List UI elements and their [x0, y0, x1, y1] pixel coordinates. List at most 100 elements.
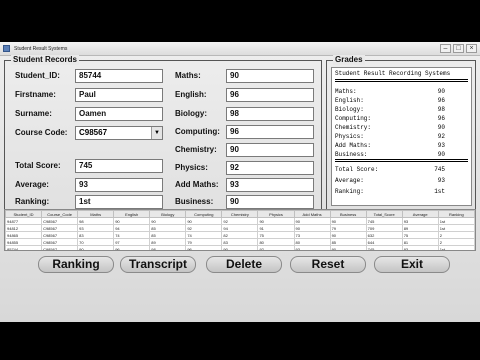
ranking-label: Ranking: [15, 197, 50, 206]
english-field[interactable]: 96 [226, 88, 314, 102]
receipt-value: 90 [437, 124, 445, 131]
reset-button[interactable]: Reset [290, 256, 366, 273]
student-id-field[interactable]: 85744 [75, 69, 163, 83]
biology-label: Biology: [175, 109, 207, 118]
total-score-field[interactable]: 745 [75, 159, 163, 173]
table-cell: 90 [293, 217, 331, 225]
receipt-key: Add Maths: [335, 142, 372, 149]
column-header[interactable]: Physics [257, 210, 295, 218]
receipt-value: 98 [437, 106, 445, 113]
computing-label: Computing: [175, 127, 220, 136]
biology-field[interactable]: 98 [226, 107, 314, 121]
table-cell: 85 [149, 231, 187, 239]
table-row[interactable]: 94865 C98567 83 74 85 74 82 75 73 90 632 75 2 [5, 231, 475, 239]
column-header[interactable]: Course_Code [41, 210, 79, 218]
table-cell: 93 [293, 245, 331, 250]
grades-receipt-textarea[interactable]: Student Result Recording Systems Maths: 9… [331, 67, 472, 206]
column-header[interactable]: Add Maths [293, 210, 331, 218]
course-code-value: C98567 [79, 128, 108, 137]
table-cell: 92 [257, 245, 295, 250]
table-cell: 96 [185, 245, 223, 250]
table-row[interactable]: 94855 C98567 70 97 89 79 83 80 80 85 644 81 2 [5, 238, 475, 246]
table-cell: 90 [329, 231, 367, 239]
table-cell: 85744 [5, 245, 43, 250]
column-header[interactable]: Total_Score [365, 210, 403, 218]
receipt-row: Biology: 98 [335, 106, 445, 114]
chemistry-label: Chemistry: [175, 145, 217, 154]
table-header-row: Student_ID Course_Code Maths English Biology… [5, 210, 475, 218]
table-cell: 79 [329, 224, 367, 232]
table-cell: 2 [437, 231, 475, 239]
table-cell: 82 [221, 231, 259, 239]
column-header[interactable]: Student_ID [5, 210, 43, 218]
surname-field[interactable]: Oamen [75, 107, 163, 121]
exit-button[interactable]: Exit [374, 256, 450, 273]
window-title: Student Result Systems [14, 46, 68, 52]
ranking-field[interactable]: 1st [75, 195, 163, 209]
receipt-key: English: [335, 97, 364, 104]
receipt-row: Add Maths: 93 [335, 142, 445, 150]
table-cell: 94865 [5, 231, 43, 239]
column-header[interactable]: Average [401, 210, 439, 218]
receipt-value: 745 [434, 166, 445, 173]
results-table[interactable]: Student_ID Course_Code Maths English Biology… [4, 209, 476, 251]
physics-field[interactable]: 92 [226, 161, 314, 175]
column-header[interactable]: Ranking [437, 210, 475, 218]
table-cell: 97 [113, 238, 151, 246]
table-cell: 90 [293, 224, 331, 232]
average-label: Average: [15, 180, 49, 189]
table-cell: C98567 [41, 231, 79, 239]
table-cell: 83 [77, 231, 115, 239]
table-cell: C98567 [41, 238, 79, 246]
physics-label: Physics: [175, 163, 208, 172]
table-cell: 70 [77, 238, 115, 246]
table-cell: 2 [437, 238, 475, 246]
receipt-value: 93 [437, 177, 445, 184]
table-row[interactable]: 94877 C98567 98 90 90 90 92 90 90 90 745 93 1st [5, 217, 475, 225]
delete-button[interactable]: Delete [206, 256, 282, 273]
chemistry-field[interactable]: 90 [226, 143, 314, 157]
table-cell: 90 [185, 217, 223, 225]
receipt-value: 1st [434, 188, 445, 195]
column-header[interactable]: Biology [149, 210, 187, 218]
add-maths-label: Add Maths: [175, 180, 219, 189]
computing-field[interactable]: 96 [226, 125, 314, 139]
table-cell: 73 [293, 231, 331, 239]
transcript-button[interactable]: Transcript [120, 256, 196, 273]
add-maths-field[interactable]: 93 [226, 178, 314, 192]
table-cell: 75 [257, 231, 295, 239]
table-cell: 81 [401, 238, 439, 246]
table-cell: 90 [113, 217, 151, 225]
close-icon[interactable]: × [466, 44, 477, 53]
maths-field[interactable]: 90 [226, 69, 314, 83]
table-cell: 85 [149, 224, 187, 232]
receipt-key: Maths: [335, 88, 357, 95]
maximize-icon[interactable]: □ [453, 44, 464, 53]
table-cell: 745 [365, 245, 403, 250]
minimize-icon[interactable]: – [440, 44, 451, 53]
table-cell: C98567 [41, 245, 79, 250]
receipt-value: 96 [437, 115, 445, 122]
receipt-key: Physics: [335, 133, 364, 140]
column-header[interactable]: Business [329, 210, 367, 218]
column-header[interactable]: Maths [77, 210, 115, 218]
receipt-key: Chemistry: [335, 124, 372, 131]
table-row[interactable]: 85744 C98567 90 96 98 96 90 92 93 90 745 93 1st [5, 245, 475, 250]
chevron-down-icon[interactable]: ▼ [151, 127, 162, 139]
business-field[interactable]: 90 [226, 195, 314, 209]
table-cell: 93 [401, 217, 439, 225]
column-header[interactable]: Chemistry [221, 210, 259, 218]
firstname-field[interactable]: Paul [75, 88, 163, 102]
receipt-divider [335, 79, 468, 82]
table-cell: 94 [221, 224, 259, 232]
column-header[interactable]: Computing [185, 210, 223, 218]
table-row[interactable]: 94812 C98567 93 94 85 92 94 91 90 79 709 89 1st [5, 224, 475, 232]
table-cell: 90 [329, 217, 367, 225]
course-code-select[interactable]: C98567 ▼ [75, 126, 163, 140]
receipt-value: 93 [437, 142, 445, 149]
column-header[interactable]: English [113, 210, 151, 218]
average-field[interactable]: 93 [75, 178, 163, 192]
ranking-button[interactable]: Ranking [38, 256, 114, 273]
table-cell: 90 [149, 217, 187, 225]
student-id-label: Student_ID: [15, 71, 60, 80]
